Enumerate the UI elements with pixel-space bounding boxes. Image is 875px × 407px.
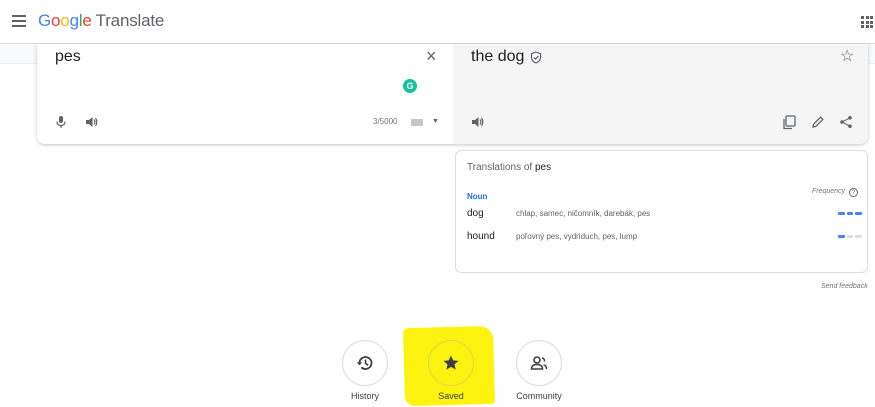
logo-letter: G (38, 11, 52, 30)
product-name: Translate (95, 11, 165, 30)
frequency-label: Frequency (812, 188, 846, 195)
dictionary-title-prefix: Translations of (467, 162, 533, 173)
dictionary-synonyms: chlap, samec, ničomník, darebák, pes (516, 209, 651, 218)
part-of-speech-label: Noun (467, 192, 488, 201)
target-pane: the dog ☆ (453, 44, 868, 144)
grammarly-icon[interactable]: G (403, 79, 417, 93)
main-menu-icon[interactable] (12, 15, 26, 27)
saved-label: Saved (438, 391, 464, 401)
dictionary-row[interactable]: dog chlap, samec, ničomník, darebák, pes (467, 208, 862, 222)
source-pane: pes × G 3/5000 ▼ (37, 44, 453, 144)
logo-letter: o (51, 11, 61, 30)
app-header: Google Translate (0, 0, 875, 44)
star-icon (443, 355, 459, 370)
dictionary-synonyms: poľovný pes, vydriduch, pes, lump (516, 232, 638, 241)
history-icon (356, 356, 373, 370)
edit-pencil-icon[interactable] (811, 115, 825, 129)
character-counter: 3/5000 (373, 117, 398, 126)
saved-shortcut[interactable]: Saved (406, 340, 496, 401)
share-icon[interactable] (839, 115, 853, 129)
logo-letter: g (69, 11, 79, 30)
dictionary-word[interactable]: dog (467, 208, 484, 219)
community-button[interactable] (516, 340, 562, 386)
verified-shield-icon[interactable] (530, 51, 542, 64)
frequency-bars (838, 212, 862, 215)
translated-text: the dog (471, 48, 525, 65)
keyboard-icon[interactable] (411, 119, 423, 126)
clear-source-button[interactable]: × (426, 46, 437, 66)
save-translation-star-icon[interactable]: ☆ (840, 46, 854, 66)
saved-button[interactable] (428, 340, 474, 386)
listen-source-icon[interactable] (85, 115, 99, 129)
send-feedback-link[interactable]: Send feedback (821, 283, 868, 290)
apps-grid-icon[interactable] (861, 16, 873, 28)
community-icon (530, 356, 548, 370)
microphone-icon[interactable] (55, 115, 67, 129)
history-button[interactable] (342, 340, 388, 386)
google-translate-logo[interactable]: Google Translate (38, 11, 164, 31)
listen-translation-icon[interactable] (471, 115, 485, 129)
translation-card: pes × G 3/5000 ▼ the dog ☆ (37, 44, 868, 144)
history-shortcut[interactable]: History (320, 340, 410, 401)
copy-icon[interactable] (782, 115, 796, 130)
source-text-input[interactable]: pes (55, 48, 81, 66)
community-label: Community (516, 391, 562, 401)
history-label: History (350, 391, 379, 401)
logo-letter: o (60, 11, 70, 30)
dictionary-title-word: pes (535, 162, 552, 173)
frequency-bars (838, 235, 862, 238)
dictionary-row[interactable]: hound poľovný pes, vydriduch, pes, lump (467, 231, 862, 245)
chevron-down-icon[interactable]: ▼ (432, 118, 439, 125)
frequency-help-icon[interactable]: ? (849, 188, 858, 197)
dictionary-panel: Translations of pes Noun Frequency ? dog… (455, 150, 868, 273)
dictionary-word[interactable]: hound (467, 231, 495, 242)
logo-letter: e (82, 11, 92, 30)
community-shortcut[interactable]: Community (494, 340, 584, 401)
dictionary-title: Translations of pes (467, 162, 551, 173)
